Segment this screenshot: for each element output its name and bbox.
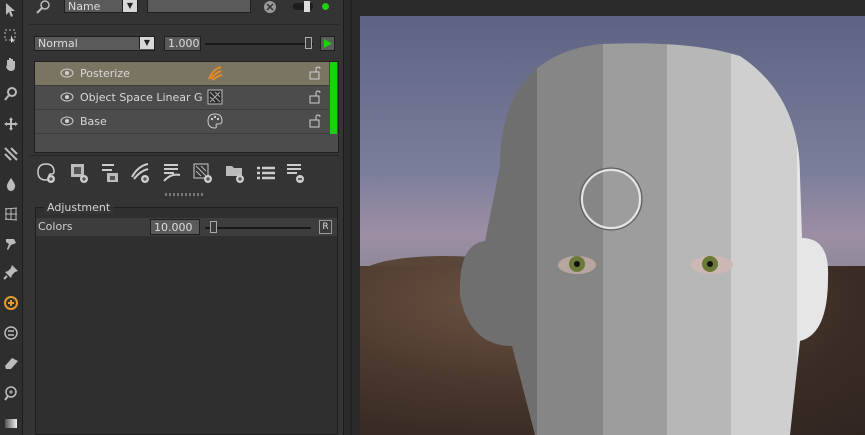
tool-strip (0, 0, 23, 435)
move-icon[interactable] (1, 114, 21, 134)
zoom-plus-icon[interactable] (1, 383, 21, 403)
blend-mode-value: Normal (38, 37, 78, 50)
chevron-down-icon[interactable]: ▼ (139, 37, 154, 49)
divider (29, 24, 339, 25)
resize-grip[interactable] (165, 193, 205, 196)
add-circle-icon[interactable] (1, 293, 21, 313)
layer-row-posterize[interactable]: Posterize (35, 62, 329, 86)
lock-open-icon[interactable] (308, 114, 322, 128)
divider (29, 155, 339, 156)
layer-name: Object Space Linear G (80, 91, 203, 104)
colors-slider[interactable] (205, 227, 311, 229)
filter-mode-value: Name (68, 0, 101, 13)
layer-buttons-row (34, 160, 337, 190)
zoom-icon[interactable] (1, 84, 21, 104)
eye-icon[interactable] (60, 91, 74, 103)
eye-icon[interactable] (60, 115, 74, 127)
arrow-select-icon[interactable] (1, 0, 21, 20)
add-image-icon[interactable] (69, 162, 91, 184)
clear-icon[interactable] (263, 0, 277, 14)
filter-row: Name ▼ (31, 0, 341, 16)
posterize-icon (208, 66, 223, 81)
play-button[interactable] (320, 36, 335, 51)
colors-label: Colors (38, 220, 73, 233)
transform-icon[interactable] (1, 144, 21, 164)
paint-brush-icon[interactable] (1, 234, 21, 254)
swap-icon[interactable] (1, 323, 21, 343)
add-texture-icon[interactable] (192, 162, 214, 184)
remove-layer-icon[interactable] (285, 162, 307, 184)
status-dot (322, 3, 329, 10)
filter-mode-dropdown[interactable]: Name ▼ (64, 0, 138, 13)
marquee-select-icon[interactable] (1, 26, 21, 46)
add-fill-icon[interactable] (162, 162, 184, 184)
eraser-icon[interactable] (1, 353, 21, 373)
add-adjustment-icon[interactable] (100, 162, 122, 184)
gradient-texture-icon (207, 89, 223, 105)
colors-slider-knob[interactable] (210, 221, 217, 233)
layer-name: Base (80, 115, 107, 128)
layer-active-indicator (330, 62, 337, 134)
grid-warp-icon[interactable] (1, 204, 21, 224)
chevron-down-icon[interactable]: ▼ (122, 0, 137, 12)
add-brush-icon[interactable] (130, 162, 152, 184)
blend-mode-dropdown[interactable]: Normal ▼ (34, 36, 155, 51)
layer-list-icon[interactable] (255, 162, 277, 184)
layer-list: Posterize Object Space Linear G Base (34, 61, 339, 153)
drop-icon[interactable] (1, 174, 21, 194)
adjustment-title: Adjustment (44, 201, 114, 214)
play-icon (324, 39, 332, 48)
gradient-icon[interactable] (1, 413, 21, 433)
viewport-header (360, 0, 865, 16)
adjustment-group: Adjustment Colors 10.000 R (35, 201, 338, 435)
toggle-switch[interactable] (293, 1, 313, 12)
layer-row-base[interactable]: Base (35, 110, 329, 134)
pin-icon[interactable] (1, 262, 21, 282)
filter-search-input[interactable] (147, 0, 251, 13)
layers-panel: Name ▼ Normal ▼ 1.000 Posterize Object S… (23, 0, 343, 435)
viewport-3d[interactable] (360, 16, 865, 435)
reset-button[interactable]: R (319, 220, 332, 234)
add-folder-icon[interactable] (224, 162, 246, 184)
palette-icon (207, 113, 223, 129)
head-model (459, 43, 829, 435)
opacity-input[interactable]: 1.000 (164, 36, 201, 51)
add-material-icon[interactable] (36, 162, 58, 184)
search-icon (36, 0, 50, 14)
lock-open-icon[interactable] (308, 66, 322, 80)
colors-row: Colors 10.000 R (36, 218, 337, 236)
opacity-slider[interactable] (205, 43, 313, 45)
eye-icon[interactable] (60, 67, 74, 79)
hand-icon[interactable] (1, 54, 21, 74)
opacity-slider-knob[interactable] (305, 37, 312, 49)
layer-row-object-space[interactable]: Object Space Linear G (35, 86, 329, 110)
panel-splitter[interactable] (343, 0, 361, 435)
colors-value-input[interactable]: 10.000 (150, 219, 200, 235)
lock-open-icon[interactable] (308, 90, 322, 104)
layer-name: Posterize (80, 67, 130, 80)
